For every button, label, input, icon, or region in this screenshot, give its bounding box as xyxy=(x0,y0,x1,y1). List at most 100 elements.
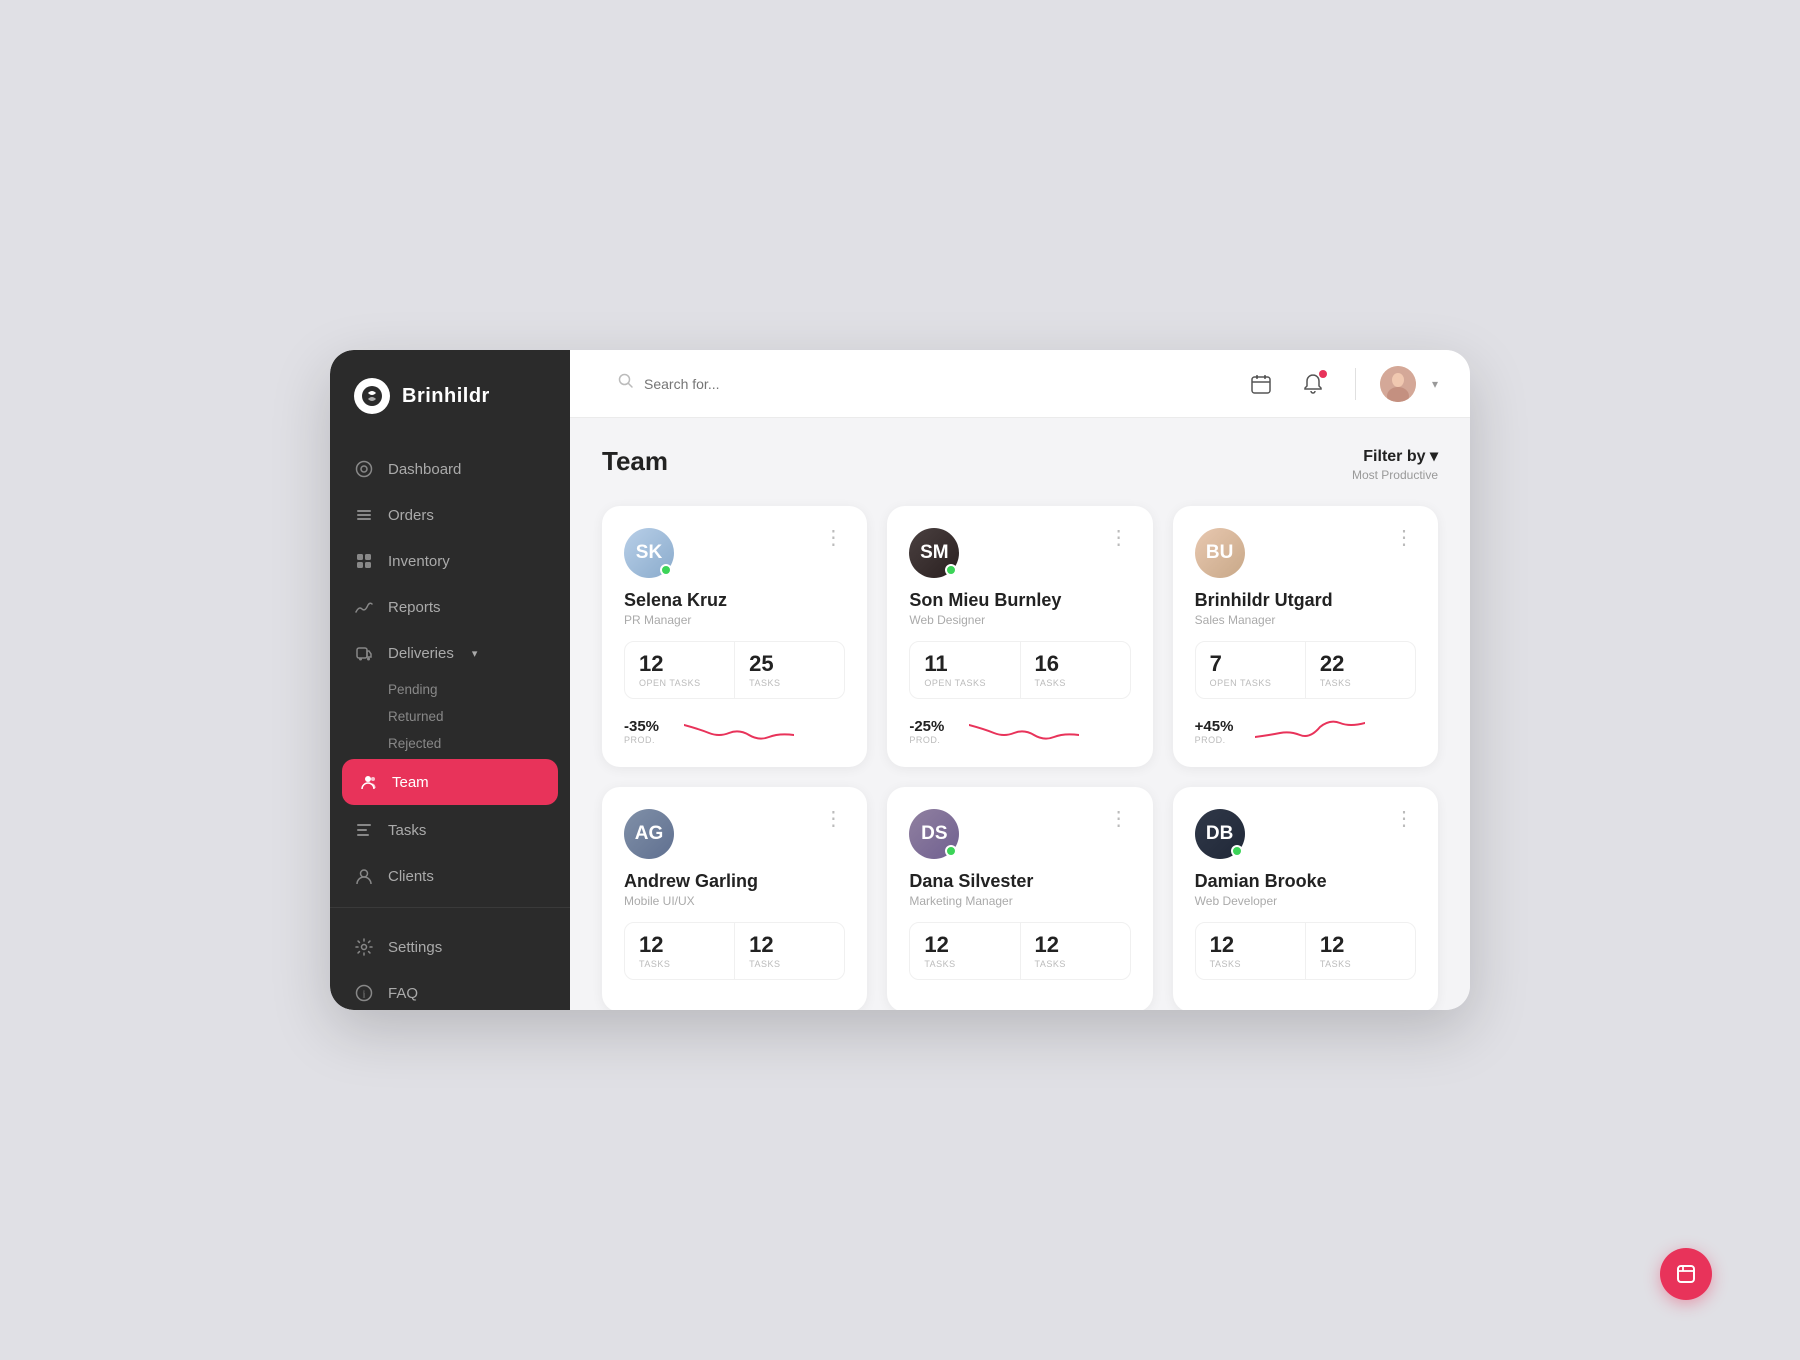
card-name: Son Mieu Burnley xyxy=(909,590,1130,611)
stat-open-tasks: 12 TASKS xyxy=(1196,923,1305,979)
sidebar-item-team[interactable]: Team xyxy=(342,759,558,805)
search-icon xyxy=(618,373,634,394)
card-stats: 11 OPEN TASKS 16 TASKS xyxy=(909,641,1130,699)
orders-icon xyxy=(354,505,374,525)
open-tasks-value: 12 xyxy=(639,652,720,676)
sidebar-item-orders[interactable]: Orders xyxy=(330,492,570,538)
card-menu-button[interactable]: ⋮ xyxy=(1394,809,1416,829)
card-menu-button[interactable]: ⋮ xyxy=(1109,809,1131,829)
faq-icon: i xyxy=(354,983,374,1003)
card-role: Sales Manager xyxy=(1195,613,1416,627)
stat-tasks: 12 TASKS xyxy=(1305,923,1415,979)
open-tasks-value: 7 xyxy=(1210,652,1291,676)
prod-label: PROD. xyxy=(1195,735,1241,745)
sidebar-item-dashboard[interactable]: Dashboard xyxy=(330,446,570,492)
tasks-label: Tasks xyxy=(388,822,426,839)
open-tasks-label: TASKS xyxy=(924,959,1005,969)
tasks-icon xyxy=(354,820,374,840)
open-tasks-label: TASKS xyxy=(639,959,720,969)
card-menu-button[interactable]: ⋮ xyxy=(823,528,845,548)
sidebar-logo: Brinhildr xyxy=(330,350,570,438)
stat-open-tasks: 12 TASKS xyxy=(910,923,1019,979)
prod-block: +45% PROD. xyxy=(1195,718,1241,745)
svg-text:i: i xyxy=(363,990,366,1001)
inventory-label: Inventory xyxy=(388,553,450,570)
sidebar-nav: Dashboard Orders xyxy=(330,438,570,907)
user-dropdown-arrow[interactable]: ▾ xyxy=(1432,377,1438,391)
online-indicator xyxy=(945,845,957,857)
sidebar-item-clients[interactable]: Clients xyxy=(330,853,570,899)
team-card: AG ⋮ Andrew Garling Mobile UI/UX 12 TASK… xyxy=(602,787,867,1010)
open-tasks-value: 12 xyxy=(1210,933,1291,957)
avatar-circle: AG xyxy=(624,809,674,859)
card-name: Andrew Garling xyxy=(624,871,845,892)
logo-icon xyxy=(354,378,390,414)
dashboard-icon xyxy=(354,459,374,479)
sidebar-item-returned[interactable]: Returned xyxy=(388,703,570,730)
user-avatar-face xyxy=(1380,366,1416,402)
team-card: SM ⋮ Son Mieu Burnley Web Designer 11 OP… xyxy=(887,506,1152,767)
stat-open-tasks: 12 OPEN TASKS xyxy=(625,642,734,698)
content-area: Team Filter by ▾ Most Productive SK ⋮ Se… xyxy=(570,418,1470,1010)
filter-by-button[interactable]: Filter by ▾ Most Productive xyxy=(1352,446,1438,482)
tasks-value: 22 xyxy=(1320,652,1401,676)
stat-tasks: 12 TASKS xyxy=(1020,923,1130,979)
filter-label: Filter by ▾ xyxy=(1352,446,1438,466)
card-avatar: AG xyxy=(624,809,674,859)
notification-button[interactable] xyxy=(1295,366,1331,402)
sidebar-item-faq[interactable]: i FAQ xyxy=(330,970,570,1010)
user-avatar[interactable] xyxy=(1380,366,1416,402)
orders-label: Orders xyxy=(388,507,434,524)
card-header: DB ⋮ xyxy=(1195,809,1416,859)
online-indicator xyxy=(1231,845,1243,857)
card-header: BU ⋮ xyxy=(1195,528,1416,578)
sidebar-item-inventory[interactable]: Inventory xyxy=(330,538,570,584)
team-card: DB ⋮ Damian Brooke Web Developer 12 TASK… xyxy=(1173,787,1438,1010)
prod-value: -35% xyxy=(624,718,670,735)
sidebar-item-reports[interactable]: Reports xyxy=(330,584,570,630)
open-tasks-value: 11 xyxy=(924,652,1005,676)
clients-label: Clients xyxy=(388,868,434,885)
sidebar-item-deliveries[interactable]: Deliveries ▾ xyxy=(330,630,570,676)
online-indicator xyxy=(945,564,957,576)
card-avatar: DB xyxy=(1195,809,1245,859)
card-role: Marketing Manager xyxy=(909,894,1130,908)
header-divider xyxy=(1355,368,1356,400)
faq-label: FAQ xyxy=(388,985,418,1002)
card-stats: 12 OPEN TASKS 25 TASKS xyxy=(624,641,845,699)
tasks-value: 16 xyxy=(1035,652,1116,676)
tasks-value: 25 xyxy=(749,652,830,676)
search-input[interactable] xyxy=(644,376,1211,392)
card-stats: 12 TASKS 12 TASKS xyxy=(624,922,845,980)
card-avatar: DS xyxy=(909,809,959,859)
card-menu-button[interactable]: ⋮ xyxy=(1394,528,1416,548)
page-title: Team xyxy=(602,446,668,477)
sidebar-item-rejected[interactable]: Rejected xyxy=(388,730,570,757)
tasks-label: TASKS xyxy=(749,959,830,969)
calendar-button[interactable] xyxy=(1243,366,1279,402)
settings-icon xyxy=(354,937,374,957)
card-footer: -25% PROD. xyxy=(909,713,1130,749)
card-stats: 12 TASKS 12 TASKS xyxy=(909,922,1130,980)
card-menu-button[interactable]: ⋮ xyxy=(823,809,845,829)
stat-open-tasks: 12 TASKS xyxy=(625,923,734,979)
prod-value: -25% xyxy=(909,718,955,735)
reports-icon xyxy=(354,597,374,617)
sidebar-item-pending[interactable]: Pending xyxy=(388,676,570,703)
sidebar: Brinhildr Dashboard xyxy=(330,350,570,1010)
card-stats: 12 TASKS 12 TASKS xyxy=(1195,922,1416,980)
sidebar-item-settings[interactable]: Settings xyxy=(330,924,570,970)
notification-dot xyxy=(1319,370,1327,378)
tasks-value: 12 xyxy=(749,933,830,957)
sidebar-item-tasks[interactable]: Tasks xyxy=(330,807,570,853)
deliveries-submenu: Pending Returned Rejected xyxy=(330,676,570,757)
card-menu-button[interactable]: ⋮ xyxy=(1109,528,1131,548)
open-tasks-label: OPEN TASKS xyxy=(1210,678,1291,688)
team-card: SK ⋮ Selena Kruz PR Manager 12 OPEN TASK… xyxy=(602,506,867,767)
open-tasks-label: TASKS xyxy=(1210,959,1291,969)
card-header: AG ⋮ xyxy=(624,809,845,859)
prod-block: -35% PROD. xyxy=(624,718,670,745)
card-name: Dana Silvester xyxy=(909,871,1130,892)
tasks-label: TASKS xyxy=(1320,959,1401,969)
prod-value: +45% xyxy=(1195,718,1241,735)
